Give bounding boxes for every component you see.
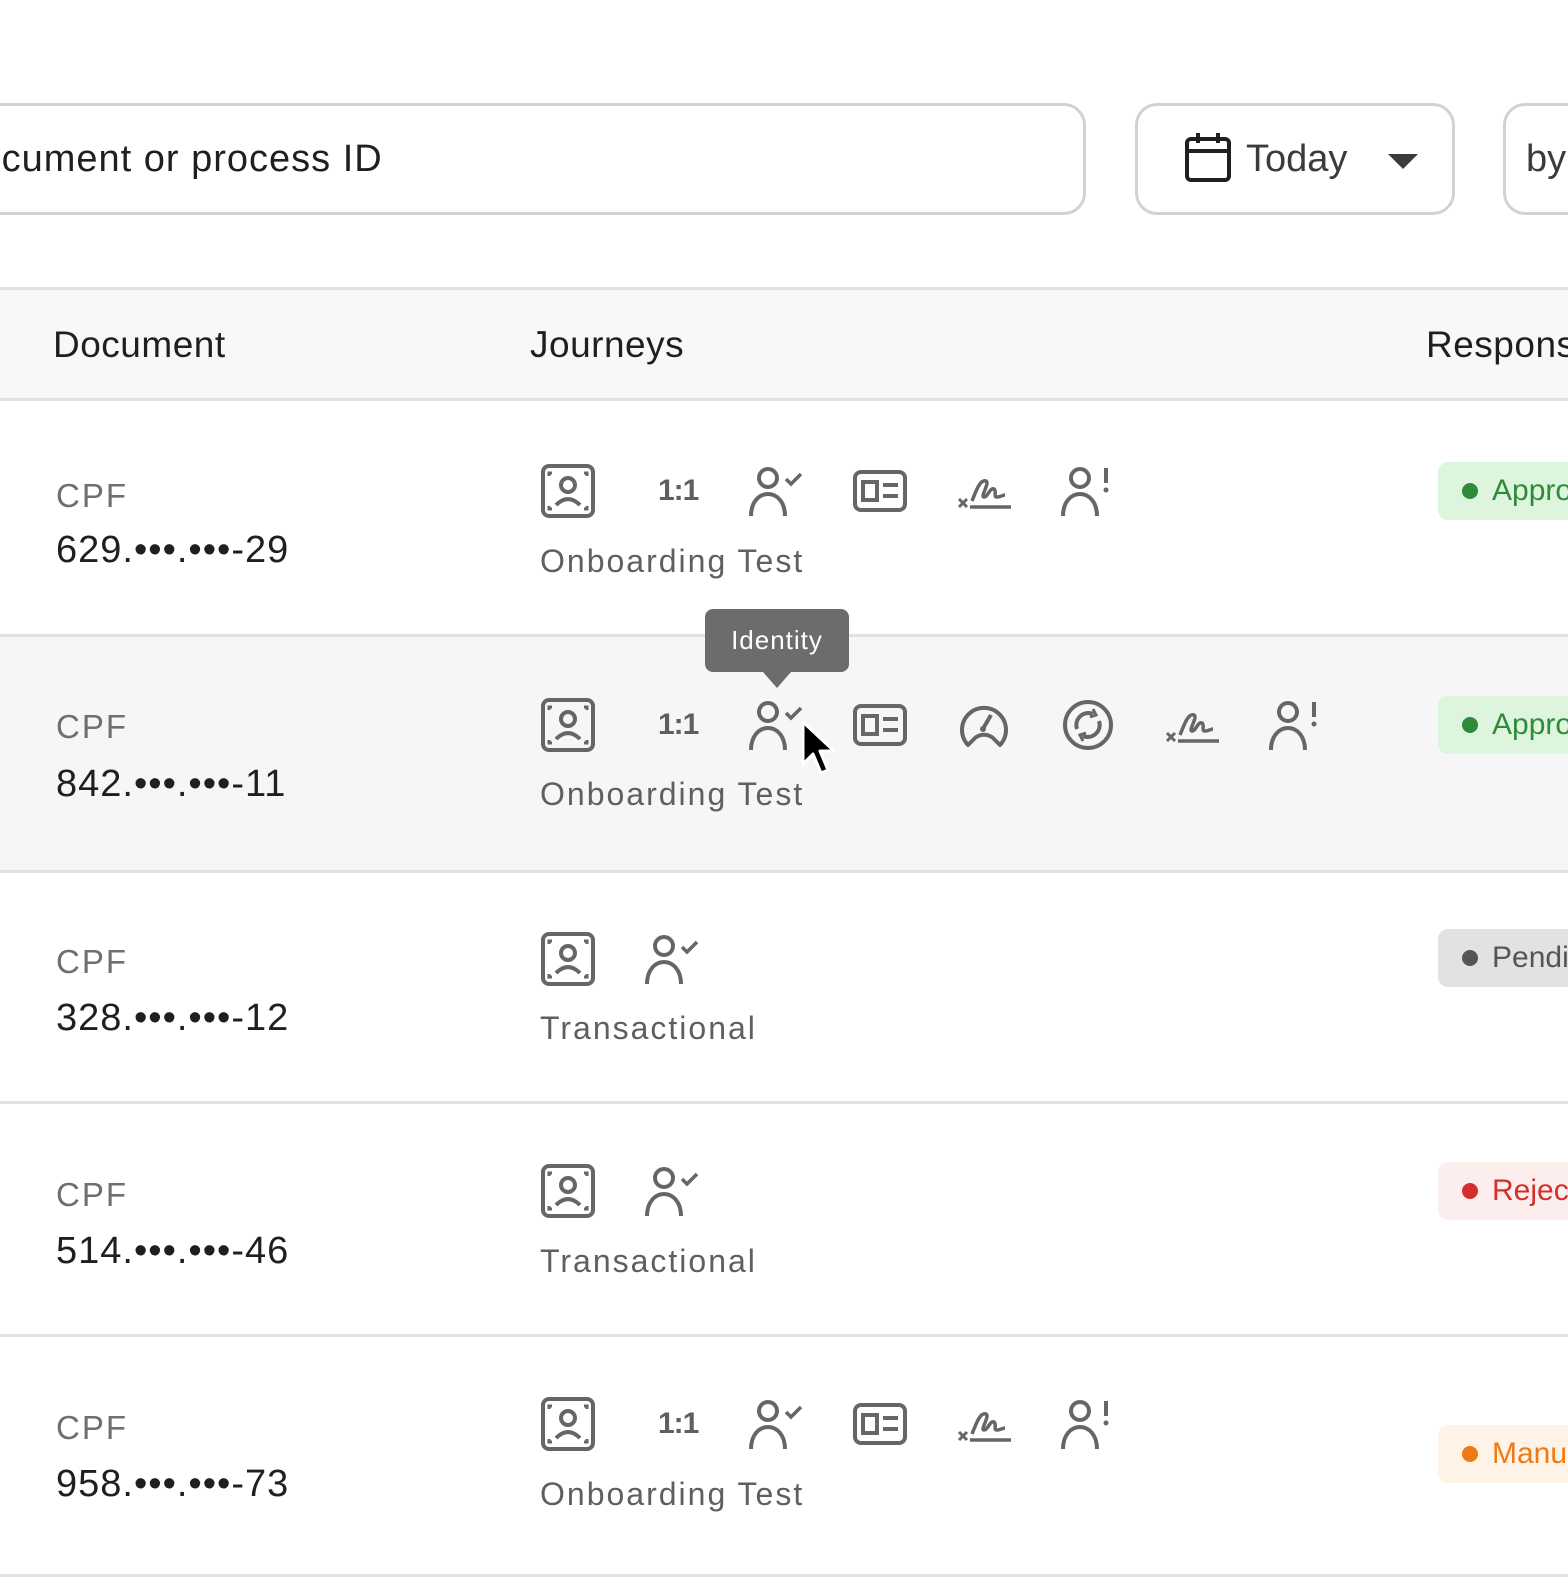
column-header-document: Document	[53, 324, 226, 365]
column-header-response: Response	[1426, 324, 1568, 365]
journey-steps: 1:1	[540, 697, 1372, 753]
face-scan-icon[interactable]	[540, 931, 644, 987]
status-dot	[1462, 1446, 1478, 1462]
status-dot	[1462, 483, 1478, 499]
journey-name: Onboarding Test	[540, 776, 805, 812]
identity-tooltip: Identity	[705, 609, 849, 688]
journey-steps: 1:1	[540, 1396, 1164, 1452]
document-number: 629.•••.•••-29	[56, 529, 290, 571]
identity-icon[interactable]	[748, 463, 852, 519]
status-dot	[1462, 1183, 1478, 1199]
status-badge: Rejected	[1438, 1162, 1568, 1220]
chevron-down-icon	[1388, 154, 1418, 169]
status-dot	[1462, 717, 1478, 733]
search-input[interactable]	[0, 137, 1071, 181]
status-label: Approved	[1492, 474, 1568, 507]
user-alert-icon[interactable]	[1060, 463, 1164, 519]
ratio-label: 1:1	[658, 1407, 699, 1440]
document-number: 328.•••.•••-12	[56, 997, 290, 1039]
table-row[interactable]: CPF 514.•••.•••-46 Transactional Rejected	[0, 1104, 1568, 1337]
identity-icon[interactable]	[644, 1163, 748, 1219]
journey-steps	[540, 1163, 748, 1219]
status-label: Approved	[1492, 708, 1568, 741]
ratio-icon[interactable]: 1:1	[644, 697, 748, 753]
face-scan-icon[interactable]	[540, 1163, 644, 1219]
document-type: CPF	[56, 708, 128, 745]
document-type: CPF	[56, 943, 128, 980]
journey-name: Onboarding Test	[540, 543, 805, 579]
status-badge: Approved	[1438, 462, 1568, 520]
table-row[interactable]: CPF 958.•••.•••-73 1:1 Onboarding Test Manua…	[0, 1337, 1568, 1577]
status-dot	[1462, 950, 1478, 966]
document-number: 514.•••.•••-46	[56, 1230, 290, 1272]
document-number: 842.•••.•••-11	[56, 763, 287, 805]
status-label: Rejected	[1492, 1174, 1568, 1207]
date-filter-label: Today	[1246, 137, 1348, 180]
face-scan-icon[interactable]	[540, 463, 644, 519]
search-field[interactable]	[0, 103, 1086, 215]
signature-icon[interactable]	[1164, 697, 1268, 753]
user-alert-icon[interactable]	[1268, 697, 1372, 753]
id-card-icon[interactable]	[852, 463, 956, 519]
face-scan-icon[interactable]	[540, 1396, 644, 1452]
sort-filter-dropdown[interactable]: by	[1503, 103, 1568, 215]
status-label: Pending	[1492, 941, 1568, 974]
journey-steps: 1:1	[540, 463, 1164, 519]
ratio-label: 1:1	[658, 474, 699, 507]
id-card-icon[interactable]	[852, 1396, 956, 1452]
journey-name: Transactional	[540, 1243, 757, 1279]
ratio-icon[interactable]: 1:1	[644, 463, 748, 519]
face-scan-icon[interactable]	[540, 697, 644, 753]
document-type: CPF	[56, 1176, 128, 1213]
ratio-label: 1:1	[658, 708, 699, 741]
signature-icon[interactable]	[956, 463, 1060, 519]
sort-filter-label: by	[1526, 137, 1567, 180]
liveness-icon[interactable]	[1060, 697, 1164, 753]
document-number: 958.•••.•••-73	[56, 1463, 290, 1505]
journey-name: Transactional	[540, 1010, 757, 1046]
journey-steps	[540, 931, 748, 987]
table-row[interactable]: CPF 328.•••.•••-12 Transactional Pending	[0, 873, 1568, 1104]
journey-name: Onboarding Test	[540, 1476, 805, 1512]
signature-icon[interactable]	[956, 1396, 1060, 1452]
user-alert-icon[interactable]	[1060, 1396, 1164, 1452]
column-header-journeys: Journeys	[530, 324, 685, 365]
table-header: Document Journeys Response	[0, 287, 1568, 401]
calendar-icon	[1184, 131, 1232, 188]
document-type: CPF	[56, 1409, 128, 1446]
id-card-icon[interactable]	[852, 697, 956, 753]
document-type: CPF	[56, 477, 128, 514]
ratio-icon[interactable]: 1:1	[644, 1396, 748, 1452]
gauge-icon[interactable]	[956, 697, 1060, 753]
mouse-cursor-icon	[800, 720, 840, 785]
status-badge: Approved	[1438, 696, 1568, 754]
identity-icon[interactable]	[644, 931, 748, 987]
status-badge: Manual	[1438, 1425, 1568, 1483]
status-label: Manual	[1492, 1437, 1568, 1470]
table-row[interactable]: CPF 629.•••.•••-29 1:1 Onboarding Test Appro…	[0, 402, 1568, 637]
date-filter-dropdown[interactable]: Today	[1135, 103, 1455, 215]
identity-icon[interactable]	[748, 1396, 852, 1452]
status-badge: Pending	[1438, 929, 1568, 987]
